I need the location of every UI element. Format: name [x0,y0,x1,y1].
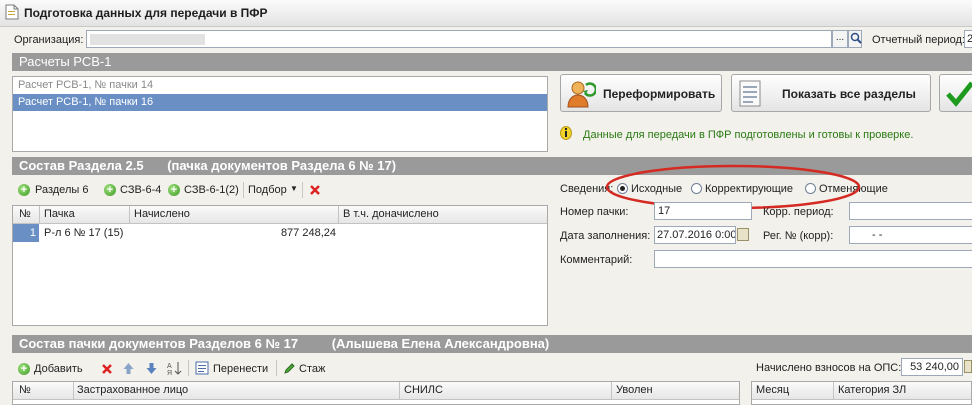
sort-icon[interactable]: AЯ [167,361,183,376]
comment-label: Комментарий: [560,254,633,266]
section6-title: Состав пачки документов Разделов 6 № 17 [19,336,299,351]
user-refresh-icon [567,81,596,108]
rsv-section-header: Расчеты РСВ-1 [12,53,972,71]
section25-table[interactable]: № Пачка Начислено В т.ч. доначислено 1 Р… [12,205,548,326]
column-header: Уволен [616,384,653,396]
column-header: № [19,384,31,396]
table-header: № Пачка Начислено В т.ч. доначислено [13,206,547,224]
organization-search-button[interactable] [848,30,862,48]
szv64-button[interactable]: СЗВ-6-4 [120,184,161,196]
delete-icon[interactable] [101,363,113,375]
organization-field[interactable] [86,30,832,48]
szv61-button[interactable]: СЗВ-6-1(2) [184,184,239,196]
date-field[interactable]: 27.07.2016 0:00 [654,226,736,244]
column-header: Застрахованное лицо [77,384,189,396]
delete-icon[interactable] [309,184,321,196]
toolbar-divider [243,182,244,198]
add-icon: + [18,363,30,375]
section6-table[interactable]: № Застрахованное лицо СНИЛС Уволен [12,381,740,405]
reform-button[interactable]: Переформировать [560,74,722,112]
pencil-icon [284,363,295,374]
table-header: Месяц Категория ЗЛ [752,382,971,400]
column-header: Пачка [44,208,75,220]
move-icon [195,361,209,375]
column-header: Месяц [756,384,790,396]
info-text: Данные для передачи в ПФР подготовлены и… [583,129,914,141]
checkmark-icon [946,81,972,107]
ops-label: Начислено взносов на ОПС: [756,362,902,374]
column-header: СНИЛС [404,384,443,396]
title-bar: Подготовка данных для передачи в ПФР [0,0,972,27]
section25-title: Состав Раздела 2.5 [19,158,144,173]
stazh-button[interactable]: Стаж [299,363,325,375]
corr-period-field[interactable] [849,202,972,220]
column-header: № [19,208,31,220]
column-header: Начислено [134,208,190,220]
reg-number-field[interactable]: - - [849,226,972,244]
column-header: В т.ч. доначислено [343,208,439,220]
ops-field[interactable]: 53 240,00 [901,358,963,376]
table-row[interactable]: 1 Р-л 6 № 17 (15) 877 248,24 [13,224,547,242]
info-icon [560,126,572,140]
corr-period-label: Корр. период: [763,206,834,218]
reform-button-label: Переформировать [603,87,716,101]
period-field[interactable]: 2 [964,30,972,48]
section6-person: (Алышева Елена Александровна) [331,336,550,351]
document-list-icon [739,80,761,107]
pack-cell: Р-л 6 № 17 (15) [44,227,124,239]
calendar-icon[interactable] [737,228,749,241]
accrued-cell: 877 248,24 [280,227,336,239]
svg-text:A: A [167,363,172,370]
comment-field[interactable] [654,250,972,268]
section6-header: Состав пачки документов Разделов 6 № 17 … [12,335,972,353]
rsv-section-title: Расчеты РСВ-1 [19,54,112,69]
organization-select-button[interactable]: ... [832,30,848,48]
podbor-button[interactable]: Подбор [248,184,287,196]
ops-table[interactable]: Месяц Категория ЗЛ [751,381,972,405]
table-header: № Застрахованное лицо СНИЛС Уволен [13,382,739,400]
organization-value-redacted [90,34,205,45]
pack-number-label: Номер пачки: [560,206,629,218]
toolbar-divider [302,182,303,198]
search-icon [850,32,862,44]
pack-number-field[interactable]: 17 [654,202,752,220]
column-header: Категория ЗЛ [838,384,907,396]
show-sections-button[interactable]: Показать все разделы [731,74,931,112]
move-button[interactable]: Перенести [213,363,268,375]
sections6-button[interactable]: Разделы 6 [35,184,88,196]
calculator-icon[interactable] [964,360,972,373]
add-icon: + [18,184,30,196]
toolbar-divider [276,360,277,376]
document-icon [5,4,19,20]
window-title: Подготовка данных для передачи в ПФР [24,6,268,20]
show-sections-button-label: Показать все разделы [782,87,916,101]
confirm-button[interactable] [939,74,972,112]
arrow-up-icon[interactable] [122,362,135,375]
add-icon: + [168,184,180,196]
section25-subtitle: (пачка документов Раздела 6 № 17) [167,158,397,173]
add-icon: + [104,184,116,196]
rsv-list-item[interactable]: Расчет РСВ-1, № пачки 14 [13,77,547,94]
rsv-list-item-selected[interactable]: Расчет РСВ-1, № пачки 16 [13,94,547,111]
chevron-down-icon: ▼ [290,184,298,193]
toolbar-divider [188,360,189,376]
organization-label: Организация: [14,34,84,46]
rsv-list[interactable]: Расчет РСВ-1, № пачки 14 Расчет РСВ-1, №… [12,76,548,152]
add-button[interactable]: Добавить [34,363,83,375]
reg-number-label: Рег. № (корр): [763,230,834,242]
svg-text:Я: Я [167,370,172,376]
date-label: Дата заполнения: [560,230,651,242]
period-label: Отчетный период: [872,34,965,46]
row-number-cell: 1 [13,224,39,242]
arrow-down-icon[interactable] [145,362,158,375]
